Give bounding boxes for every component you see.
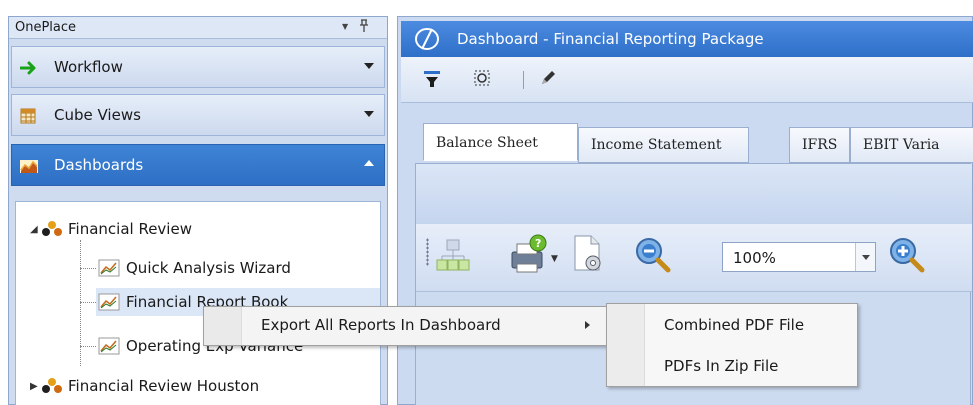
menu-item-export-all-reports[interactable]: Export All Reports In Dashboard [261, 316, 501, 334]
content-header-band [416, 164, 972, 224]
refresh-icon[interactable] [473, 69, 493, 89]
chevron-down-icon [364, 63, 374, 69]
collapsed-icon[interactable]: ▶ [30, 381, 42, 392]
pencil-icon[interactable] [539, 69, 559, 89]
submenu-arrow-icon [585, 321, 590, 329]
export-submenu: Combined PDF File PDFs In Zip File [606, 303, 858, 387]
dashboard-titlebar: Dashboard - Financial Reporting Package [401, 21, 973, 57]
context-menu: Export All Reports In Dashboard [203, 306, 608, 346]
report-viewer-toolbar: ? ▼ 100% [416, 224, 972, 292]
tree-group-financial-review-houston[interactable]: ▶ Financial Review Houston [30, 372, 259, 400]
filter-icon[interactable] [423, 69, 443, 89]
group-icon [42, 378, 62, 394]
menu-icon-column [204, 307, 242, 345]
group-icon [42, 221, 62, 237]
onestream-logo-icon [413, 26, 441, 52]
chevron-up-icon [364, 160, 374, 166]
dashboard-chart-icon [98, 337, 120, 355]
expanded-icon[interactable]: ◢ [30, 224, 42, 235]
dashboard-tabs: Balance Sheet Income Statement IFRS EBIT… [415, 123, 973, 163]
tree-line [80, 268, 96, 269]
tree-item-label: Quick Analysis Wizard [126, 259, 291, 277]
section-dashboards[interactable]: Dashboards [11, 144, 385, 186]
tree-line [80, 302, 96, 303]
page-settings-icon[interactable] [570, 234, 606, 278]
tree-group-label: Financial Review [68, 220, 192, 238]
print-icon[interactable]: ? [508, 234, 548, 280]
tab-ebit-variance[interactable]: EBIT Varia [850, 127, 973, 163]
dashboard-chart-icon [98, 259, 120, 277]
section-workflow[interactable]: Workflow [11, 46, 385, 88]
panel-dropdown-icon[interactable]: ▼ [342, 22, 348, 31]
toolbar-divider [523, 71, 524, 89]
menu-item-combined-pdf[interactable]: Combined PDF File [664, 316, 804, 334]
section-label: Cube Views [54, 106, 141, 124]
oneplace-title: OnePlace [15, 20, 77, 35]
toolbar-grip[interactable] [426, 238, 429, 266]
tree-line [80, 346, 96, 347]
oneplace-header: OnePlace ▼ [9, 17, 387, 39]
section-cube-views[interactable]: Cube Views [11, 94, 385, 136]
dashboard-title: Dashboard - Financial Reporting Package [457, 30, 764, 48]
menu-item-pdfs-in-zip[interactable]: PDFs In Zip File [664, 357, 778, 375]
zoom-out-icon[interactable] [634, 236, 672, 280]
zoom-combobox[interactable]: 100% [722, 242, 876, 272]
menu-icon-column [607, 304, 645, 386]
oneplace-panel: OnePlace ▼ Workflow Cube Views Dashboard… [8, 16, 388, 405]
chart-icon [20, 158, 38, 174]
zoom-in-icon[interactable] [888, 236, 926, 280]
tree-group-financial-review[interactable]: ◢ Financial Review [30, 215, 192, 243]
dashboard-toolbar [401, 57, 973, 103]
green-arrow-icon [19, 60, 36, 76]
dashboard-tree: ◢ Financial Review Quick Analysis Wizard… [15, 201, 381, 405]
zoom-value: 100% [733, 249, 776, 267]
tab-ifrs[interactable]: IFRS [789, 127, 850, 163]
tab-balance-sheet[interactable]: Balance Sheet [423, 123, 578, 161]
tree-line [80, 240, 81, 366]
hierarchy-icon[interactable] [436, 238, 470, 278]
svg-text:?: ? [535, 237, 541, 250]
grid-icon [20, 108, 36, 124]
print-dropdown-icon[interactable]: ▼ [551, 254, 558, 264]
section-label: Dashboards [54, 156, 144, 174]
zoom-dropdown-icon[interactable] [855, 243, 875, 271]
section-label: Workflow [54, 58, 123, 76]
pin-icon[interactable] [359, 19, 369, 37]
chevron-down-icon [364, 111, 374, 117]
tab-income-statement[interactable]: Income Statement [578, 127, 749, 163]
dashboard-chart-icon [98, 293, 120, 311]
tree-item-quick-analysis[interactable]: Quick Analysis Wizard [98, 254, 291, 282]
tree-group-label: Financial Review Houston [68, 377, 260, 395]
